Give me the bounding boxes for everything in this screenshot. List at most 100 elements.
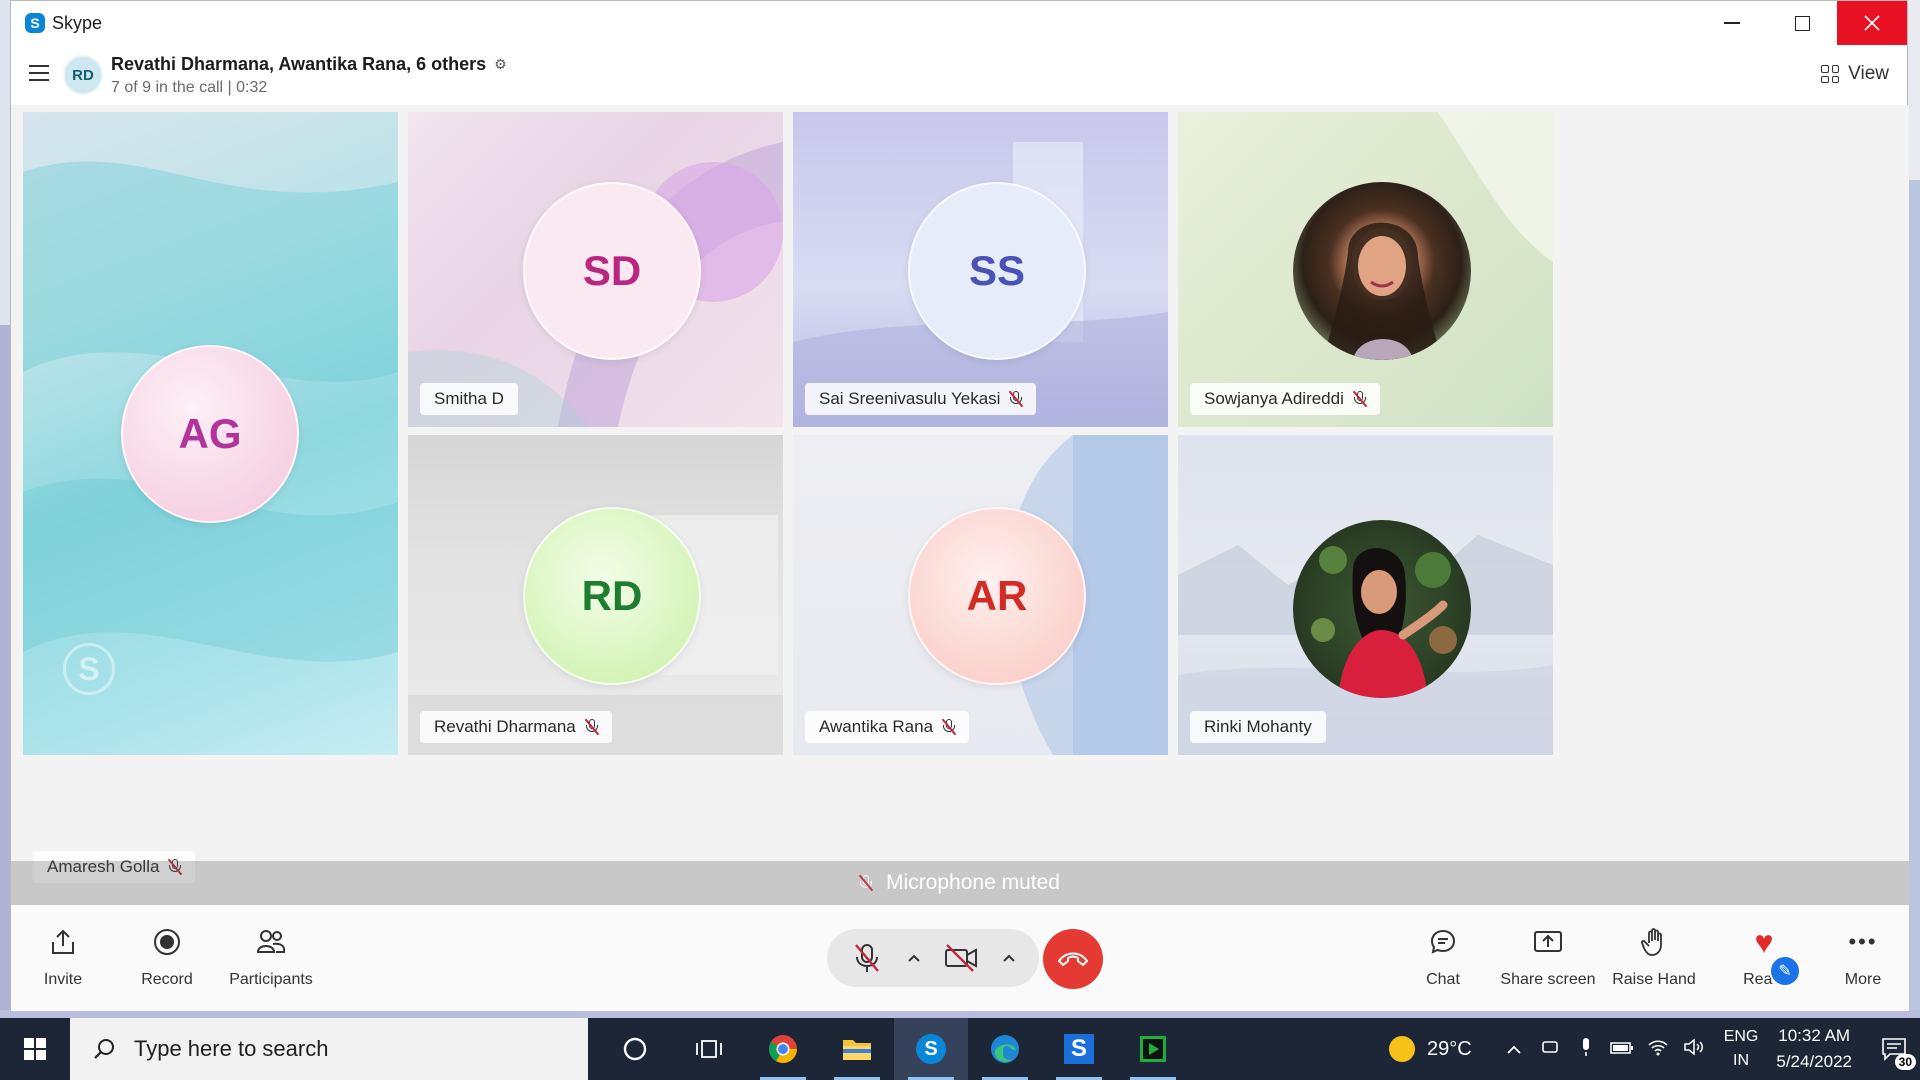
edge-icon xyxy=(991,1035,1019,1063)
weather-widget[interactable]: 29°C xyxy=(1389,1036,1472,1062)
minimize-button[interactable] xyxy=(1697,1,1767,45)
raise-hand-button[interactable]: Raise Hand xyxy=(1609,927,1699,989)
view-button[interactable]: View xyxy=(1821,63,1889,85)
participants-label: Participants xyxy=(229,971,313,988)
wifi-icon[interactable] xyxy=(1640,1038,1676,1061)
record-label: Record xyxy=(141,971,193,988)
name-tag: Smitha D xyxy=(420,383,518,415)
share-upload-icon xyxy=(50,927,76,957)
participant-tile-rinki[interactable]: Rinki Mohanty xyxy=(1178,435,1553,755)
participants-icon xyxy=(256,927,286,957)
name-tag: Revathi Dharmana xyxy=(420,711,612,743)
sun-icon xyxy=(1389,1036,1415,1062)
participant-tile-rd[interactable]: RD Revathi Dharmana xyxy=(408,435,783,755)
chat-button[interactable]: Chat xyxy=(1413,927,1473,989)
taskbar-search[interactable]: Type here to search xyxy=(70,1018,588,1080)
participant-tile-ss[interactable]: SS Sai Sreenivasulu Yekasi xyxy=(793,112,1168,427)
video-toggle-button[interactable] xyxy=(943,943,979,973)
microphone-icon[interactable] xyxy=(1568,1037,1604,1062)
participants-button[interactable]: Participants xyxy=(229,927,313,989)
end-call-button[interactable] xyxy=(1043,929,1103,989)
participant-name: Awantika Rana xyxy=(819,717,934,736)
mute-toggle-button[interactable] xyxy=(850,941,884,975)
task-view-icon xyxy=(696,1040,722,1058)
taskbar-apps: S S xyxy=(598,1018,1190,1080)
profile-photo-sowjanya xyxy=(1293,182,1471,360)
window-title: Skype xyxy=(52,12,103,33)
desktop-bottom-edge xyxy=(0,1010,1920,1018)
meet-now-icon[interactable] xyxy=(1532,1037,1568,1062)
notification-center-button[interactable]: 30 xyxy=(1868,1018,1920,1080)
chevron-up-icon xyxy=(1003,954,1015,962)
mic-muted-icon xyxy=(1352,390,1367,408)
skype-taskbar-icon: S xyxy=(916,1034,946,1064)
clock[interactable]: 10:32 AM 5/24/2022 xyxy=(1776,1023,1852,1075)
call-status: 7 of 9 in the call | 0:32 xyxy=(111,79,268,96)
heart-icon: ♥ xyxy=(1754,924,1774,960)
chrome-app[interactable] xyxy=(746,1018,820,1080)
invite-label: Invite xyxy=(43,971,83,988)
participant-name: Smitha D xyxy=(434,389,504,408)
record-button[interactable]: Record xyxy=(135,927,199,989)
name-tag: Sai Sreenivasulu Yekasi xyxy=(805,383,1037,415)
chevron-up-icon xyxy=(908,954,920,962)
notification-count: 30 xyxy=(1894,1054,1916,1070)
grid-view-icon xyxy=(1821,65,1840,83)
participant-tile-ag[interactable]: AG S xyxy=(23,112,398,755)
more-button[interactable]: ••• More xyxy=(1833,927,1893,989)
share-screen-button[interactable]: Share screen xyxy=(1493,927,1603,989)
participant-tile-sowjanya[interactable]: Sowjanya Adireddi xyxy=(1178,112,1553,427)
participant-tile-sd[interactable]: SD Smitha D xyxy=(408,112,783,427)
avatar-ss: SS xyxy=(908,182,1086,360)
audio-options-chevron[interactable] xyxy=(907,953,921,963)
search-icon xyxy=(94,1039,114,1059)
file-explorer-app[interactable] xyxy=(820,1018,894,1080)
volume-icon[interactable] xyxy=(1676,1037,1712,1061)
title-bar: S Skype xyxy=(11,1,1907,45)
chevron-up-icon[interactable] xyxy=(1496,1039,1532,1060)
edge-app[interactable] xyxy=(968,1018,1042,1080)
media-player-app[interactable] xyxy=(1116,1018,1190,1080)
battery-icon[interactable] xyxy=(1604,1039,1640,1060)
sway-app[interactable]: S xyxy=(1042,1018,1116,1080)
clock-time: 10:32 AM xyxy=(1778,1026,1851,1045)
participant-name: Sowjanya Adireddi xyxy=(1204,389,1344,408)
participant-name: Sai Sreenivasulu Yekasi xyxy=(819,389,1001,408)
minimize-icon xyxy=(1724,22,1740,24)
skype-app[interactable]: S xyxy=(894,1018,968,1080)
participant-tile-ar[interactable]: AR Awantika Rana xyxy=(793,435,1168,755)
view-label: View xyxy=(1848,63,1889,84)
pen-edit-icon[interactable]: ✎ xyxy=(1769,955,1801,987)
chrome-icon xyxy=(769,1035,797,1063)
windows-logo-icon xyxy=(24,1038,46,1060)
window-controls xyxy=(1697,1,1907,45)
maximize-button[interactable] xyxy=(1767,1,1837,45)
video-off-icon xyxy=(945,944,978,972)
banner-text: Microphone muted xyxy=(886,871,1060,894)
name-tag: Rinki Mohanty xyxy=(1190,711,1326,743)
cortana-button[interactable] xyxy=(598,1018,672,1080)
start-button[interactable] xyxy=(0,1018,70,1080)
settings-gear-icon[interactable]: ⚙ xyxy=(494,56,507,73)
lang-top: ENG xyxy=(1723,1028,1759,1045)
video-grid: AG S SD Smitha D SS Sai Sreenivasulu Yek xyxy=(11,105,1909,905)
menu-icon[interactable] xyxy=(29,65,49,86)
call-avatar[interactable]: RD xyxy=(63,55,103,95)
profile-photo-rinki xyxy=(1293,520,1471,698)
invite-button[interactable]: Invite xyxy=(31,927,95,989)
avatar-ag: AG xyxy=(121,345,299,523)
task-view-button[interactable] xyxy=(672,1018,746,1080)
react-button[interactable]: ♥ React ✎ xyxy=(1729,924,1801,989)
avatar-ar: AR xyxy=(908,507,1086,685)
lang-bottom: IN xyxy=(1733,1052,1750,1069)
call-title[interactable]: Revathi Dharmana, Awantika Rana, 6 other… xyxy=(111,54,507,75)
video-options-chevron[interactable] xyxy=(1002,953,1016,963)
close-icon xyxy=(1864,15,1880,31)
skype-logo-icon: S xyxy=(25,13,45,33)
more-dots-icon: ••• xyxy=(1848,929,1878,954)
close-button[interactable] xyxy=(1837,1,1907,45)
s-app-icon: S xyxy=(1064,1034,1094,1064)
avatar-rd: RD xyxy=(523,507,701,685)
share-screen-label: Share screen xyxy=(1500,971,1596,988)
language-indicator[interactable]: ENG IN xyxy=(1724,1025,1759,1073)
